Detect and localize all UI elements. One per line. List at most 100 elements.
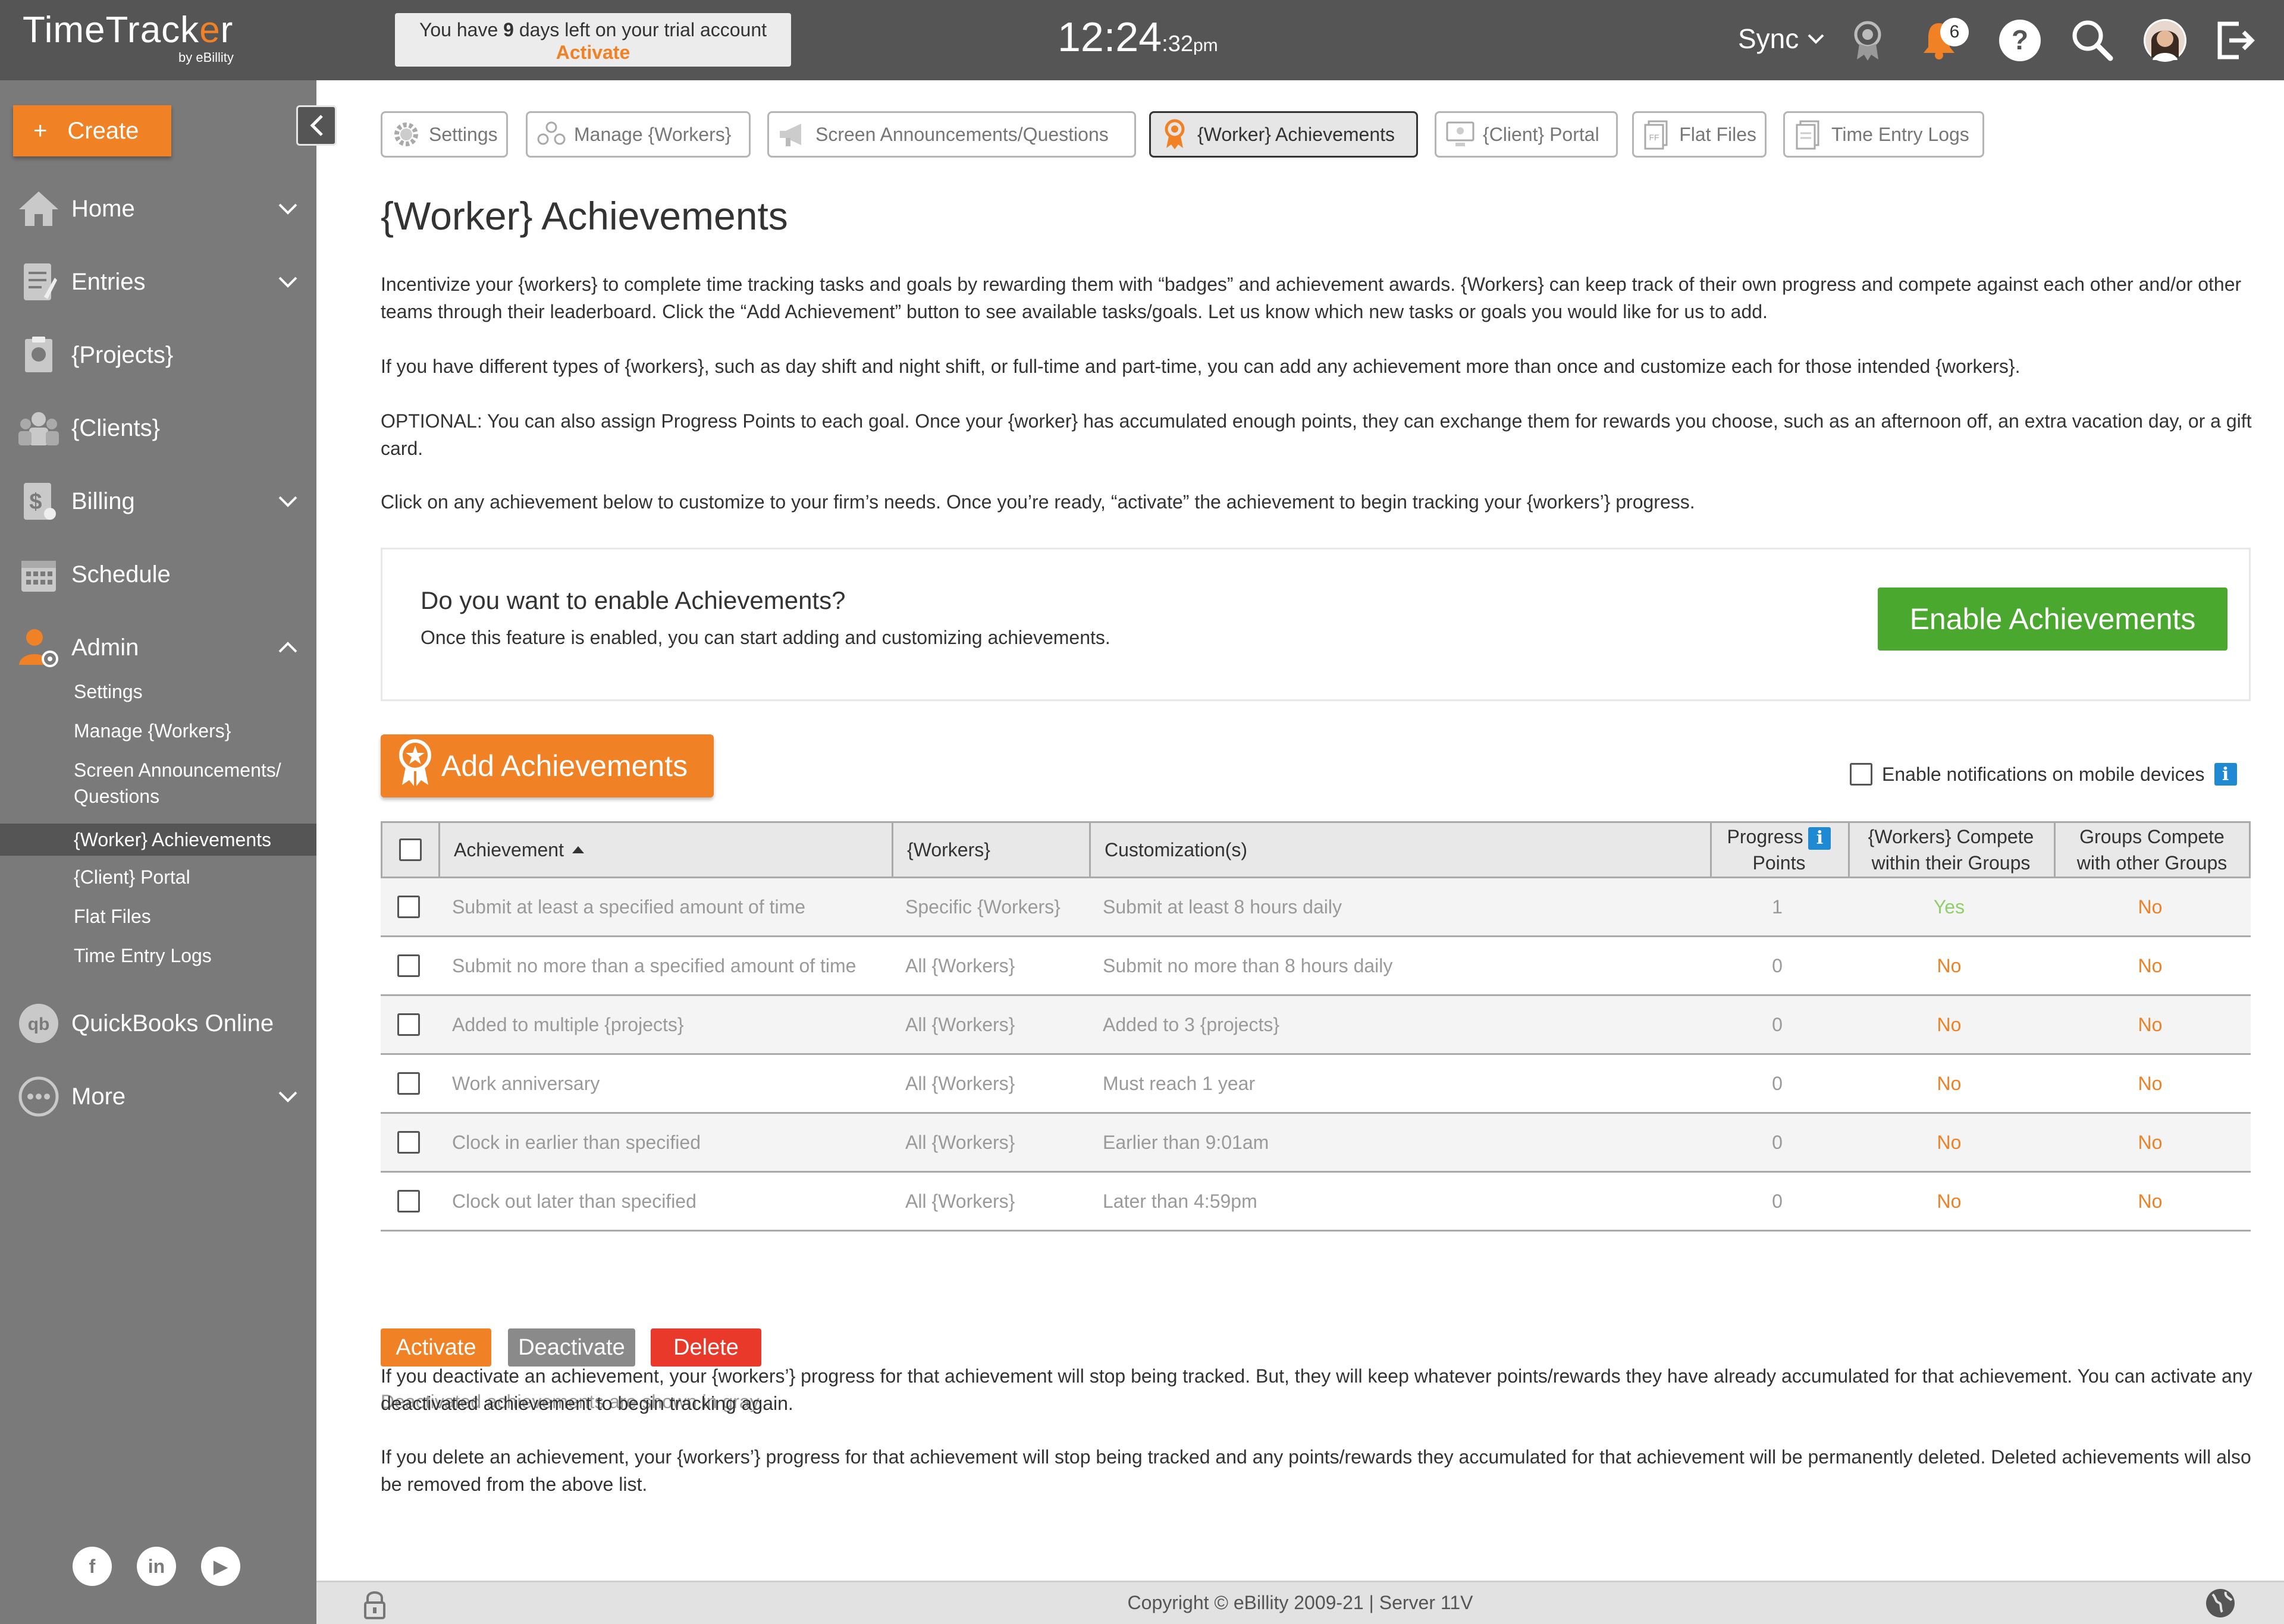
user-avatar[interactable]: [2141, 17, 2189, 64]
more-icon: [17, 1075, 61, 1119]
row-achievement[interactable]: Submit no more than a specified amount o…: [452, 937, 892, 994]
sidebar-item-quickbooks[interactable]: qb QuickBooks Online: [0, 994, 316, 1053]
trial-activate-link[interactable]: Activate: [395, 42, 791, 63]
header-customization: Customization(s): [1105, 838, 1248, 860]
logout-button[interactable]: [2213, 17, 2260, 64]
chevron-left-icon: [310, 115, 323, 136]
tab-time-entry-logs[interactable]: Time Entry Logs: [1783, 111, 1984, 158]
sidebar-item-label: More: [71, 1083, 126, 1110]
row-compete-other: No: [2138, 1013, 2163, 1035]
svg-text:qb: qb: [28, 1014, 50, 1034]
table-row[interactable]: Submit no more than a specified amount o…: [381, 937, 2251, 996]
tab-client-portal[interactable]: {Client} Portal: [1435, 111, 1618, 158]
trial-text-prefix: You have: [419, 19, 504, 40]
table-row[interactable]: Clock in earlier than specified All {Wor…: [381, 1114, 2251, 1173]
activate-button[interactable]: Activate: [381, 1328, 491, 1367]
row-compete-other: No: [2138, 954, 2163, 976]
avatar-icon: [2144, 19, 2186, 62]
row-checkbox[interactable]: [397, 1131, 420, 1154]
clock-ampm: pm: [1193, 36, 1218, 55]
app-logo[interactable]: TimeTracker by eBillity: [23, 8, 234, 65]
mobile-notifications-label: Enable notifications on mobile devices: [1882, 763, 2205, 785]
row-achievement[interactable]: Clock out later than specified: [452, 1173, 892, 1230]
info-icon[interactable]: i: [2214, 763, 2237, 786]
table-row[interactable]: Added to multiple {projects} All {Worker…: [381, 996, 2251, 1055]
tab-manage-workers[interactable]: Manage {Workers}: [526, 111, 751, 158]
clock-seconds: :32: [1162, 32, 1193, 56]
header-other-line2: with other Groups: [2076, 852, 2227, 874]
row-achievement[interactable]: Clock in earlier than specified: [452, 1114, 892, 1171]
sidebar-item-home[interactable]: Home: [0, 179, 316, 238]
row-points: 1: [1772, 896, 1783, 918]
delete-button[interactable]: Delete: [651, 1328, 761, 1367]
sidebar-subitem-worker-achievements[interactable]: {Worker} Achievements: [0, 824, 316, 856]
row-checkbox[interactable]: [397, 1190, 420, 1212]
sidebar-item-more[interactable]: More: [0, 1067, 316, 1126]
row-achievement[interactable]: Work anniversary: [452, 1055, 892, 1112]
youtube-icon[interactable]: ▶: [201, 1547, 240, 1586]
row-checkbox[interactable]: [397, 896, 420, 918]
tab-label: Flat Files: [1679, 123, 1756, 145]
row-workers: All {Workers}: [905, 1190, 1015, 1212]
row-customization: Must reach 1 year: [1103, 1072, 1256, 1094]
info-icon[interactable]: i: [1808, 827, 1831, 850]
header-achievement[interactable]: Achievement: [454, 823, 894, 877]
header-other-line1: Groups Compete: [2079, 826, 2225, 847]
sidebar-item-label: Entries: [71, 268, 146, 295]
sidebar-item-entries[interactable]: Entries: [0, 252, 316, 312]
page-title: {Worker} Achievements: [381, 194, 788, 238]
add-achievements-button[interactable]: Add Achievements: [381, 734, 714, 797]
sidebar-subitem-manage-workers[interactable]: Manage {Workers}: [0, 718, 316, 744]
table-row[interactable]: Work anniversary All {Workers} Must reac…: [381, 1055, 2251, 1114]
table-row[interactable]: Submit at least a specified amount of ti…: [381, 878, 2251, 937]
select-all-checkbox[interactable]: [399, 838, 422, 861]
table-row[interactable]: Clock out later than specified All {Work…: [381, 1173, 2251, 1232]
row-checkbox[interactable]: [397, 1013, 420, 1036]
sync-dropdown[interactable]: Sync: [1738, 23, 1825, 55]
sidebar-item-schedule[interactable]: Schedule: [0, 545, 316, 604]
notifications-button[interactable]: 6: [1909, 17, 1969, 64]
sidebar-item-clients[interactable]: {Clients}: [0, 398, 316, 458]
enable-achievements-button[interactable]: Enable Achievements: [1878, 588, 2227, 651]
home-icon: [17, 187, 61, 231]
row-achievement[interactable]: Submit at least a specified amount of ti…: [452, 878, 892, 935]
tab-flat-files[interactable]: FF Flat Files: [1632, 111, 1767, 158]
sidebar-subitem-settings[interactable]: Settings: [0, 679, 316, 705]
facebook-icon[interactable]: f: [73, 1547, 112, 1586]
row-points: 0: [1772, 1013, 1783, 1035]
create-button[interactable]: + Create: [13, 105, 171, 156]
sidebar-item-label: Schedule: [71, 561, 171, 588]
row-achievement[interactable]: Added to multiple {projects}: [452, 996, 892, 1053]
header-points-line1: Progress: [1727, 826, 1803, 847]
tab-worker-achievements[interactable]: {Worker} Achievements: [1149, 111, 1418, 158]
collapse-sidebar-button[interactable]: [296, 105, 337, 146]
tab-screen-announcements[interactable]: Screen Announcements/Questions: [767, 111, 1136, 158]
row-customization: Later than 4:59pm: [1103, 1190, 1257, 1212]
search-button[interactable]: [2069, 17, 2116, 64]
mobile-notifications-checkbox[interactable]: [1850, 763, 1872, 786]
sidebar-item-admin[interactable]: Admin: [0, 618, 316, 677]
row-points: 0: [1772, 1131, 1783, 1153]
sidebar-subitem-time-entry-logs[interactable]: Time Entry Logs: [0, 943, 316, 969]
row-compete-other: No: [2138, 1131, 2163, 1153]
row-points: 0: [1772, 1190, 1783, 1212]
intro-paragraph: Incentivize your {workers} to complete t…: [381, 274, 2242, 322]
row-checkbox[interactable]: [397, 1072, 420, 1095]
achievement-badge-icon[interactable]: [1844, 17, 1891, 64]
help-button[interactable]: ?: [1996, 17, 2044, 64]
linkedin-icon[interactable]: in: [137, 1547, 176, 1586]
globe-icon[interactable]: [2204, 1587, 2236, 1622]
deactivate-button[interactable]: Deactivate: [508, 1328, 635, 1367]
sidebar-item-projects[interactable]: {Projects}: [0, 325, 316, 385]
row-checkbox[interactable]: [397, 954, 420, 977]
sidebar-subitem-client-portal[interactable]: {Client} Portal: [0, 864, 316, 890]
tab-settings[interactable]: Settings: [381, 111, 508, 158]
plus-icon: +: [33, 117, 48, 144]
sidebar-item-label: {Projects}: [71, 341, 174, 368]
sidebar-subitem-label-line2: Questions: [74, 786, 160, 807]
sidebar-item-billing[interactable]: $ Billing: [0, 472, 316, 531]
row-workers: All {Workers}: [905, 1013, 1015, 1035]
sidebar-subitem-flat-files[interactable]: Flat Files: [0, 903, 316, 929]
trial-text-suffix: days left on your trial account: [513, 19, 767, 40]
sidebar-subitem-screen-announcements[interactable]: Screen Announcements/ Questions: [0, 757, 316, 809]
